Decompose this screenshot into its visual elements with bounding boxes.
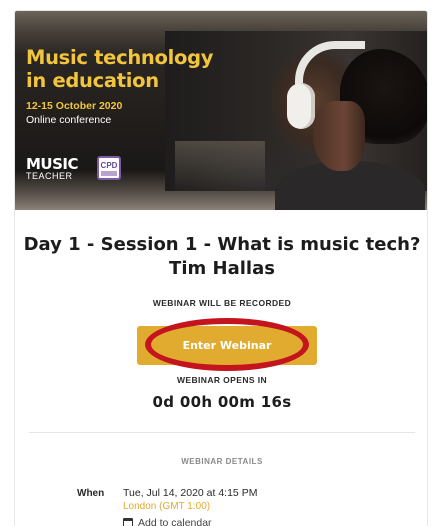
hero-title: Music technology in education <box>26 46 213 92</box>
monitor-glow <box>175 141 265 191</box>
hero-subtitle: Online conference <box>26 114 112 126</box>
recorded-notice: WEBINAR WILL BE RECORDED <box>152 298 292 308</box>
hero-banner: Music technology in education 12-15 Octo… <box>15 11 427 210</box>
enter-webinar-button[interactable]: Enter Webinar <box>137 326 317 365</box>
timezone-link[interactable]: London (GMT 1:00) <box>123 501 210 512</box>
music-teacher-logo-sub: TEACHER <box>26 171 73 181</box>
page: Music technology in education 12-15 Octo… <box>0 0 442 526</box>
headphone-cup <box>287 83 315 129</box>
opens-label: WEBINAR OPENS IN <box>177 375 267 385</box>
hero-title-line2: in education <box>26 69 159 92</box>
music-teacher-logo: MUSIC <box>26 155 79 173</box>
cpd-badge-strip <box>101 171 117 176</box>
hero-title-line1: Music technology <box>26 46 214 69</box>
webinar-date: Tue, Jul 14, 2020 at 4:15 PM <box>123 487 258 499</box>
person-face <box>313 101 365 171</box>
when-label: When <box>77 488 105 499</box>
cpd-badge-icon: CPD <box>97 156 121 180</box>
session-title: Day 1 - Session 1 - What is music tech? … <box>23 234 421 279</box>
divider <box>29 432 415 433</box>
webinar-card: Music technology in education 12-15 Octo… <box>14 10 428 526</box>
hero-dates: 12-15 October 2020 <box>26 100 123 112</box>
calendar-icon <box>123 518 133 526</box>
countdown-timer: 0d 00h 00m 16s <box>152 393 292 411</box>
cpd-badge-text: CPD <box>100 161 118 170</box>
details-heading: WEBINAR DETAILS <box>181 457 263 466</box>
add-to-calendar-link[interactable]: Add to calendar <box>123 517 212 526</box>
add-to-calendar-label: Add to calendar <box>138 517 212 526</box>
